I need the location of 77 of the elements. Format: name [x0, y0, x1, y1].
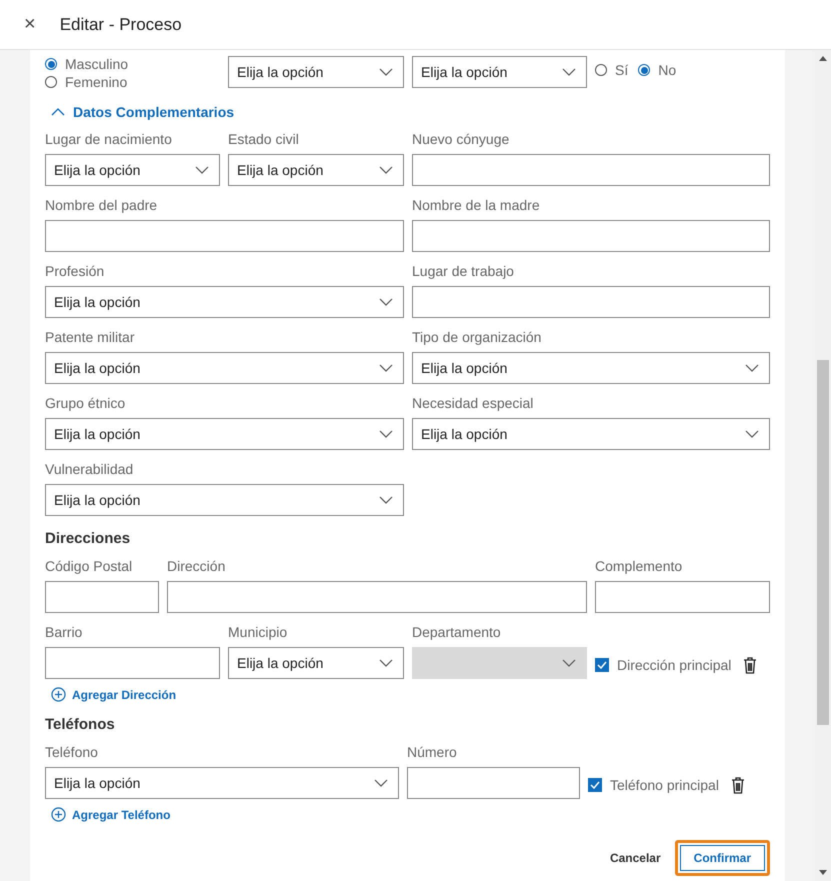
chevron-down-icon — [195, 166, 209, 174]
dropdown[interactable]: Elija la opción — [228, 56, 404, 88]
chevron-down-icon — [379, 430, 393, 438]
dropdown[interactable]: Elija la opción — [412, 418, 770, 450]
checkbox-label: Teléfono principal — [610, 777, 719, 793]
dropdown[interactable]: Elija la opción — [412, 352, 770, 384]
field-label: Estado civil — [228, 130, 300, 148]
text-field[interactable] — [412, 154, 770, 186]
dropdown[interactable]: Elija la opción — [45, 418, 404, 450]
dropdown[interactable]: Elija la opción — [45, 484, 404, 516]
field-label: Nuevo cónyuge — [412, 130, 510, 148]
field-label: Profesión — [45, 262, 106, 280]
field-label: Tipo de organización — [412, 328, 542, 346]
window-title: Editar - Proceso — [60, 14, 182, 34]
chevron-down-icon — [562, 659, 576, 667]
text-field[interactable] — [45, 220, 404, 252]
field-label: Necesidad especial — [412, 394, 534, 412]
checkbox-label: Dirección principal — [617, 657, 732, 673]
chevron-down-icon — [374, 779, 388, 787]
field-label: Lugar de trabajo — [412, 262, 515, 280]
chevron-down-icon — [379, 659, 393, 667]
dropdown[interactable]: Elija la opción — [228, 154, 404, 186]
trash-icon[interactable] — [730, 776, 745, 794]
add-icon — [51, 807, 66, 822]
field-label: Complemento — [595, 557, 684, 575]
chevron-down-icon — [379, 364, 393, 372]
chevron-down-icon — [379, 496, 393, 504]
dropdown[interactable]: Elija la opción — [228, 647, 404, 679]
text-field[interactable] — [45, 581, 159, 613]
radio-option[interactable]: Femenino — [45, 74, 220, 90]
field-label: Teléfono — [45, 743, 99, 761]
section-heading: Direcciones — [45, 530, 132, 547]
close-button[interactable]: × — [22, 13, 38, 36]
chevron-down-icon — [745, 364, 759, 372]
radio-option[interactable]: Masculino — [45, 56, 220, 72]
checkbox[interactable] — [595, 658, 609, 672]
add-address-link[interactable]: Agregar Dirección — [45, 679, 176, 702]
text-field[interactable] — [412, 220, 770, 252]
chevron-down-icon — [379, 68, 393, 76]
chevron-down-icon — [379, 298, 393, 306]
field-label: Barrio — [45, 623, 84, 641]
scrollbar[interactable] — [815, 50, 831, 881]
field-label: Patente militar — [45, 328, 136, 346]
dropdown[interactable]: Elija la opción — [45, 154, 220, 186]
confirm-button[interactable]: Confirmar — [674, 840, 770, 876]
trash-icon[interactable] — [743, 656, 758, 674]
dropdown[interactable]: Elija la opción — [45, 352, 404, 384]
add-phone-link[interactable]: Agregar Teléfono — [45, 799, 170, 822]
text-field[interactable] — [412, 286, 770, 318]
field-label: Grupo étnico — [45, 394, 126, 412]
chevron-down-icon — [379, 166, 393, 174]
field-label: Lugar de nacimiento — [45, 130, 173, 148]
field-label: Departamento — [412, 623, 502, 641]
checkbox[interactable] — [588, 778, 602, 792]
field-label: Dirección — [167, 557, 226, 575]
add-icon — [51, 687, 66, 702]
chevron-down-icon — [562, 68, 576, 76]
text-field[interactable] — [595, 581, 770, 613]
field-label: Vulnerabilidad — [45, 460, 134, 478]
cancel-button[interactable]: Cancelar — [610, 851, 661, 865]
dropdown[interactable]: Elija la opción — [45, 286, 404, 318]
text-field[interactable] — [45, 647, 220, 679]
text-field[interactable] — [167, 581, 587, 613]
radio-option[interactable]: No — [638, 62, 676, 78]
section-heading: Teléfonos — [45, 716, 116, 733]
dropdown[interactable]: Elija la opción — [412, 56, 587, 88]
field-label: Nombre del padre — [45, 196, 158, 214]
field-label: Código Postal — [45, 557, 134, 575]
dropdown[interactable]: Elija la opción — [45, 767, 399, 799]
text-field[interactable] — [407, 767, 580, 799]
chevron-up-icon — [51, 108, 65, 116]
field-label: Municipio — [228, 623, 288, 641]
field-label: Número — [407, 743, 458, 761]
section-toggle[interactable]: Datos Complementarios — [45, 98, 234, 130]
field-label: Nombre de la madre — [412, 196, 541, 214]
radio-option[interactable]: Sí — [595, 62, 628, 78]
chevron-down-icon — [745, 430, 759, 438]
